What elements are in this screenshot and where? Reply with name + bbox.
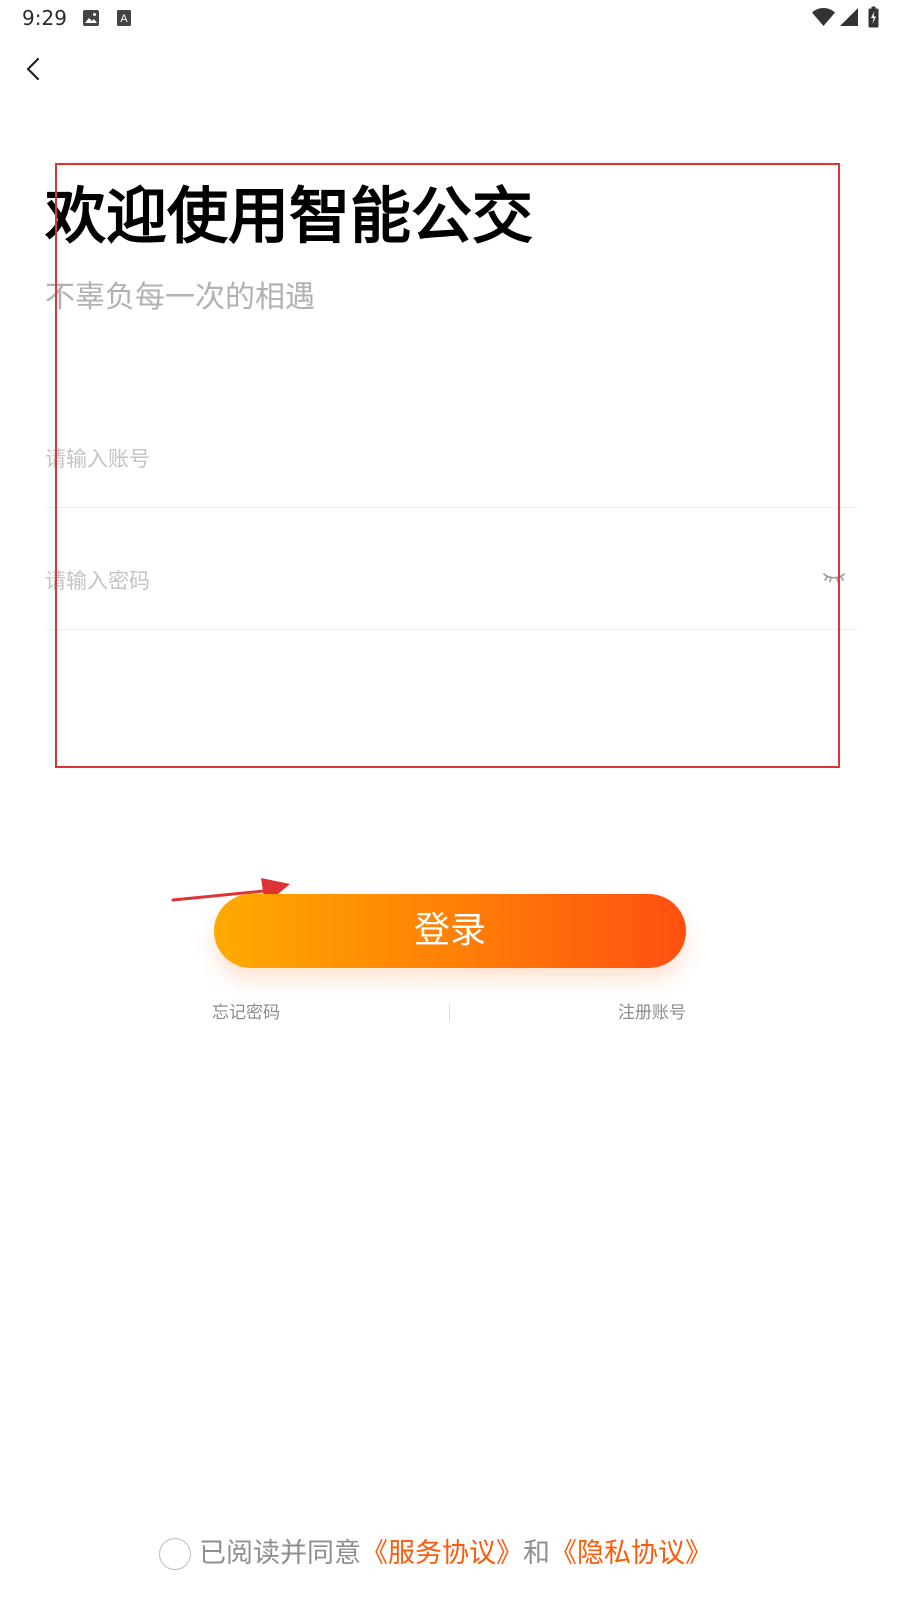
- login-button[interactable]: 登录: [214, 894, 686, 968]
- agreement-row: 已阅读并同意 《服务协议》 和 《隐私协议》: [159, 1534, 712, 1574]
- register-link[interactable]: 注册账号: [618, 1003, 686, 1023]
- privacy-agreement-link[interactable]: 《隐私协议》: [550, 1534, 712, 1574]
- status-time: 9:29: [22, 6, 67, 30]
- signal-icon: [840, 8, 858, 26]
- svg-text:A: A: [120, 13, 128, 25]
- forgot-password-link[interactable]: 忘记密码: [212, 1003, 280, 1023]
- agreement-prefix: 已阅读并同意: [199, 1538, 361, 1569]
- service-agreement-link[interactable]: 《服务协议》: [361, 1534, 523, 1574]
- action-divider: [449, 1004, 450, 1022]
- battery-charging-icon: [868, 6, 879, 28]
- image-icon: [83, 10, 99, 26]
- chevron-left-icon: [26, 57, 40, 81]
- a-letter-icon: A: [117, 10, 131, 26]
- agreement-checkbox[interactable]: [159, 1538, 191, 1570]
- login-screen: 9:29 A 欢迎使用智能公交 不辜负每一次的相遇 请输入账号 登录 忘记密码 …: [0, 0, 900, 1600]
- annotation-highlight-box: [55, 163, 840, 768]
- wifi-icon: [812, 8, 835, 26]
- status-bar: 9:29 A: [0, 0, 900, 40]
- agreement-and-text: 和: [523, 1538, 550, 1569]
- back-button[interactable]: [18, 50, 48, 88]
